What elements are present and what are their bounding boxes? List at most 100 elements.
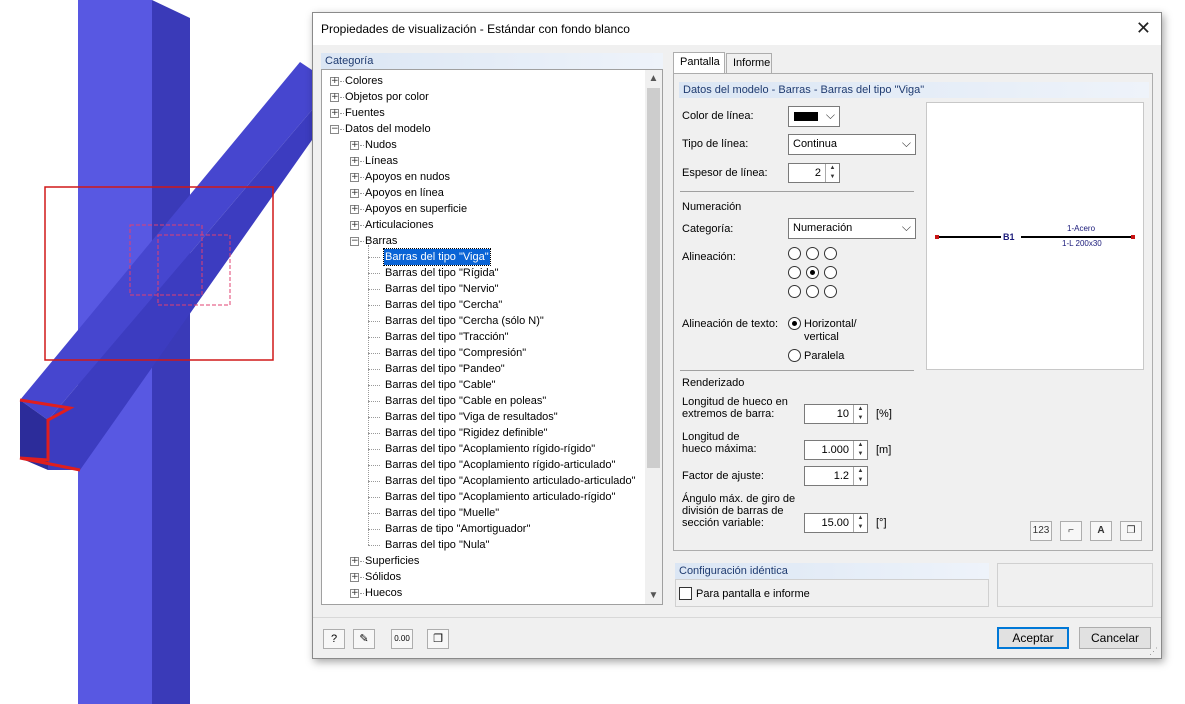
tree-item[interactable]: − Barras: [322, 233, 644, 249]
spin-up-icon[interactable]: ▲: [854, 441, 867, 450]
copy-icon[interactable]: ❐: [1120, 521, 1142, 541]
units-icon[interactable]: 0.00: [391, 629, 413, 649]
identical-checkbox[interactable]: [679, 587, 692, 600]
tree-item[interactable]: − Datos del modelo: [322, 121, 644, 137]
tree-item[interactable]: Barras del tipo "Cable en poleas": [322, 393, 644, 409]
expand-icon[interactable]: +: [330, 109, 339, 118]
tree-item[interactable]: Barras del tipo "Rigidez definible": [322, 425, 644, 441]
text-align-parallel-label[interactable]: Paralela: [804, 350, 844, 362]
tree-item[interactable]: Barras del tipo "Pandeo": [322, 361, 644, 377]
tree-item[interactable]: + Huecos: [322, 585, 644, 601]
expand-icon[interactable]: +: [350, 173, 359, 182]
text-align-horizontal-label[interactable]: Horizontal/: [804, 318, 857, 330]
collapse-icon[interactable]: −: [330, 125, 339, 134]
alignment-radio-center[interactable]: [806, 266, 819, 279]
spin-up-icon[interactable]: ▲: [854, 514, 867, 523]
tree-item[interactable]: + Nudos: [322, 137, 644, 153]
expand-icon[interactable]: +: [350, 589, 359, 598]
alignment-radio-top-left[interactable]: [788, 247, 801, 260]
cancel-button[interactable]: Cancelar: [1079, 627, 1151, 649]
help-icon[interactable]: ?: [323, 629, 345, 649]
tree-item[interactable]: + Superficies: [322, 553, 644, 569]
spin-up-icon[interactable]: ▲: [854, 467, 867, 476]
tree-item[interactable]: + Apoyos en línea: [322, 185, 644, 201]
expand-icon[interactable]: +: [350, 221, 359, 230]
alignment-radio-bottom-left[interactable]: [788, 285, 801, 298]
close-icon[interactable]: ✕: [1136, 18, 1151, 38]
tree-item[interactable]: Barras del tipo "Acoplamiento rígido-art…: [322, 457, 644, 473]
tree-item[interactable]: Barras del tipo "Acoplamiento rígido-ríg…: [322, 441, 644, 457]
scroll-thumb[interactable]: [647, 88, 660, 468]
expand-icon[interactable]: +: [350, 189, 359, 198]
expand-icon[interactable]: +: [350, 557, 359, 566]
axis-icon[interactable]: ⌐: [1060, 521, 1082, 541]
edit-icon[interactable]: ✎: [353, 629, 375, 649]
collapse-icon[interactable]: −: [350, 237, 359, 246]
scroll-down-icon[interactable]: ▼: [645, 587, 662, 604]
copy-settings-icon[interactable]: ❐: [427, 629, 449, 649]
text-align-parallel-radio[interactable]: [788, 349, 801, 362]
angle-spinner[interactable]: 15.00 ▲ ▼: [804, 513, 868, 533]
scroll-up-icon[interactable]: ▲: [645, 70, 662, 87]
alignment-radio-middle-left[interactable]: [788, 266, 801, 279]
tree-item[interactable]: Barras del tipo "Cercha (sólo N)": [322, 313, 644, 329]
alignment-radio-bottom-center[interactable]: [806, 285, 819, 298]
spin-down-icon[interactable]: ▼: [854, 523, 867, 532]
tree-item[interactable]: +Apoyos elásticos: [322, 601, 644, 604]
tree-item[interactable]: + Articulaciones: [322, 217, 644, 233]
tree-item[interactable]: Barras del tipo "Compresión": [322, 345, 644, 361]
spin-down-icon[interactable]: ▼: [854, 476, 867, 485]
spin-up-icon[interactable]: ▲: [854, 405, 867, 414]
expand-icon[interactable]: +: [350, 573, 359, 582]
expand-icon[interactable]: +: [350, 157, 359, 166]
tree-item[interactable]: Barras del tipo "Acoplamiento articulado…: [322, 473, 644, 489]
tree-item[interactable]: Barras del tipo "Cercha": [322, 297, 644, 313]
line-width-spinner[interactable]: 2 ▲ ▼: [788, 163, 840, 183]
gap-max-spinner[interactable]: 1.000 ▲ ▼: [804, 440, 868, 460]
alignment-radio-middle-right[interactable]: [824, 266, 837, 279]
tree-item[interactable]: Barras del tipo "Cable": [322, 377, 644, 393]
tab-informe[interactable]: Informe: [726, 53, 772, 73]
tree-item[interactable]: + Objetos por color: [322, 89, 644, 105]
text-align-horizontal-radio[interactable]: [788, 317, 801, 330]
tree-item[interactable]: + Sólidos: [322, 569, 644, 585]
tree-item[interactable]: + Colores: [322, 73, 644, 89]
spin-down-icon[interactable]: ▼: [826, 173, 839, 182]
alignment-radio-top-right[interactable]: [824, 247, 837, 260]
expand-icon[interactable]: +: [350, 141, 359, 150]
numbering-category-select[interactable]: Numeración ⌵: [788, 218, 916, 239]
resize-grip-icon[interactable]: ⋰: [1149, 646, 1159, 656]
number-format-icon[interactable]: 123: [1030, 521, 1052, 541]
ok-button[interactable]: Aceptar: [997, 627, 1069, 649]
tree-item[interactable]: Barras del tipo "Tracción": [322, 329, 644, 345]
tree-item[interactable]: + Fuentes: [322, 105, 644, 121]
expand-icon[interactable]: +: [350, 205, 359, 214]
tree-item[interactable]: Barras del tipo "Viga de resultados": [322, 409, 644, 425]
expand-icon[interactable]: +: [330, 77, 339, 86]
gap-ends-spinner[interactable]: 10 ▲ ▼: [804, 404, 868, 424]
text-color-icon[interactable]: A: [1090, 521, 1112, 541]
tree-item[interactable]: + Apoyos en nudos: [322, 169, 644, 185]
tree-item[interactable]: Barras del tipo "Rígida": [322, 265, 644, 281]
spin-down-icon[interactable]: ▼: [854, 414, 867, 423]
spin-up-icon[interactable]: ▲: [826, 164, 839, 173]
tree-item[interactable]: Barras de tipo "Amortiguador": [322, 521, 644, 537]
alignment-radio-bottom-right[interactable]: [824, 285, 837, 298]
tree-item[interactable]: Barras del tipo "Acoplamiento articulado…: [322, 489, 644, 505]
alignment-radio-top-center[interactable]: [806, 247, 819, 260]
tree-item[interactable]: + Apoyos en superficie: [322, 201, 644, 217]
spin-down-icon[interactable]: ▼: [854, 450, 867, 459]
tree-item[interactable]: Barras del tipo "Nervio": [322, 281, 644, 297]
identical-checkbox-label[interactable]: Para pantalla e informe: [696, 588, 810, 600]
line-type-select[interactable]: Continua ⌵: [788, 134, 916, 155]
tree-scrollbar[interactable]: ▲ ▼: [645, 70, 662, 604]
tree-item[interactable]: Barras del tipo "Nula": [322, 537, 644, 553]
tree-item[interactable]: Barras del tipo "Viga": [322, 248, 644, 266]
expand-icon[interactable]: +: [330, 93, 339, 102]
tab-pantalla[interactable]: Pantalla: [673, 52, 725, 73]
category-tree[interactable]: ▲ ▼ + Colores + Objetos por color + Fuentes − D…: [321, 69, 663, 605]
factor-spinner[interactable]: 1.2 ▲ ▼: [804, 466, 868, 486]
line-color-picker[interactable]: ⌵: [788, 106, 840, 127]
tree-item[interactable]: + Líneas: [322, 153, 644, 169]
tree-item[interactable]: Barras del tipo "Muelle": [322, 505, 644, 521]
